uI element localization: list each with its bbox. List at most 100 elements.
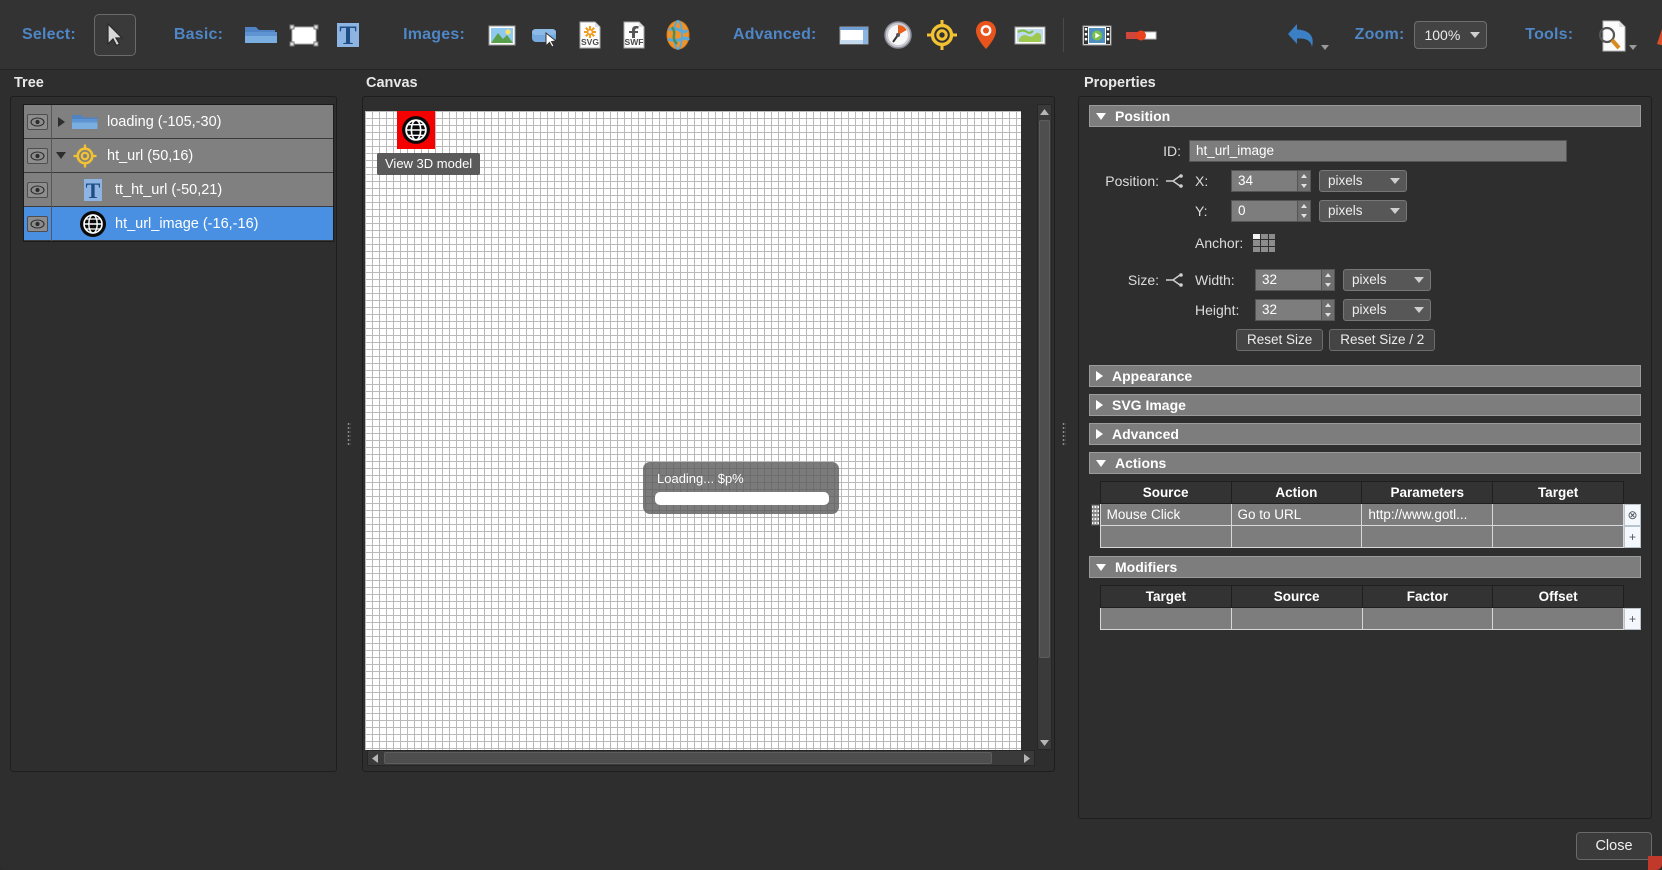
width-unit-select[interactable]: pixels (1343, 268, 1431, 291)
text-tool-icon[interactable]: T (331, 18, 365, 52)
height-stepper[interactable]: 32 (1255, 298, 1335, 321)
add-action-button[interactable]: + (1624, 526, 1641, 548)
section-header-appearance[interactable]: Appearance (1089, 365, 1641, 387)
delete-action-button[interactable]: ⊗ (1624, 504, 1641, 526)
loading-text: Loading... $p% (657, 471, 744, 486)
image-icon[interactable] (485, 18, 519, 52)
scroll-left-arrow-icon[interactable] (368, 751, 382, 765)
height-input[interactable]: 32 (1255, 298, 1321, 321)
canvas-hscroll-thumb[interactable] (384, 752, 992, 764)
actions-cell-parameters[interactable] (1361, 525, 1494, 548)
section-header-position[interactable]: Position (1089, 105, 1641, 127)
canvas-grid[interactable]: View 3D model Loading... $p% (365, 111, 1021, 750)
basic-group: Basic: T (174, 18, 365, 52)
zoom-select[interactable]: 100% (1414, 20, 1488, 49)
visibility-toggle[interactable] (24, 206, 52, 241)
rectangle-icon[interactable] (287, 18, 321, 52)
section-header-actions[interactable]: Actions (1089, 452, 1641, 474)
scroll-up-arrow-icon[interactable] (1038, 105, 1051, 118)
actions-cell-source[interactable]: Mouse Click (1099, 503, 1232, 526)
swf-file-icon[interactable]: SWF (617, 18, 651, 52)
actions-cell-parameters[interactable]: http://www.gotl... (1361, 503, 1494, 526)
section-header-svg-image[interactable]: SVG Image (1089, 394, 1641, 416)
canvas-vscroll-thumb[interactable] (1039, 120, 1050, 658)
tree-item-ht_url_image[interactable]: ht_url_image (-16,-16) (24, 206, 333, 241)
video-icon[interactable] (1080, 18, 1114, 52)
actions-cell-target[interactable] (1492, 503, 1624, 526)
close-button[interactable]: Close (1576, 832, 1652, 860)
tree-canvas-splitter[interactable] (345, 96, 354, 772)
map-icon[interactable] (1013, 18, 1047, 52)
slider-icon[interactable] (1124, 18, 1158, 52)
globe-object[interactable] (397, 111, 435, 149)
y-stepper[interactable]: 0 (1231, 199, 1311, 222)
section-header-advanced[interactable]: Advanced (1089, 423, 1641, 445)
link-xy-icon[interactable] (1163, 173, 1185, 188)
visibility-toggle[interactable] (24, 104, 52, 139)
target-icon[interactable] (925, 18, 959, 52)
y-input[interactable]: 0 (1231, 199, 1297, 222)
view-3d-model-tooltip: View 3D model (377, 153, 481, 175)
tree-item-loading[interactable]: loading (-105,-30) (24, 104, 333, 139)
height-unit-select[interactable]: pixels (1343, 298, 1431, 321)
tree-twisty-ht_url[interactable] (52, 152, 70, 159)
svg-file-icon[interactable]: SVG (573, 18, 607, 52)
window-resize-corner[interactable] (1648, 856, 1662, 870)
inspect-document-icon[interactable] (1593, 18, 1627, 52)
canvas-viewport[interactable]: View 3D model Loading... $p% (365, 102, 1037, 750)
tree-item-tt_ht_url[interactable]: T tt_ht_url (-50,21) (24, 172, 333, 207)
map-pin-icon[interactable] (969, 18, 1003, 52)
width-spinner[interactable] (1321, 268, 1335, 291)
x-stepper[interactable]: 34 (1231, 169, 1311, 192)
button-icon[interactable] (529, 18, 563, 52)
visibility-toggle[interactable] (24, 172, 52, 207)
visibility-toggle[interactable] (24, 138, 52, 173)
folder-icon[interactable] (243, 18, 278, 52)
tree-twisty-loading[interactable] (52, 116, 70, 127)
canvas-properties-splitter[interactable] (1060, 96, 1069, 772)
table-row[interactable]: Mouse Click Go to URL http://www.gotl... (1099, 503, 1624, 526)
color-palette-icon[interactable] (1653, 18, 1662, 52)
undo-arrow-icon[interactable] (1283, 18, 1317, 52)
width-stepper[interactable]: 32 (1255, 268, 1335, 291)
x-unit-select[interactable]: pixels (1319, 169, 1407, 192)
splitter-grip (1062, 422, 1066, 446)
modifiers-cell-offset[interactable] (1492, 607, 1624, 630)
y-unit-select[interactable]: pixels (1319, 199, 1407, 222)
cursor-arrow-icon[interactable] (93, 13, 136, 56)
reset-size-button[interactable]: Reset Size (1236, 328, 1324, 351)
reset-size-half-button[interactable]: Reset Size / 2 (1329, 328, 1436, 351)
actions-cell-target[interactable] (1492, 525, 1624, 548)
actions-row-drag-handle[interactable] (1091, 504, 1100, 526)
id-input[interactable]: ht_url_image (1189, 139, 1567, 162)
tools-group: Tools: (1525, 18, 1662, 52)
scroll-down-arrow-icon[interactable] (1038, 736, 1051, 749)
tree-item-ht_url[interactable]: ht_url (50,16) (24, 138, 333, 173)
table-row[interactable] (1099, 525, 1624, 548)
scroll-right-arrow-icon[interactable] (1020, 751, 1034, 765)
canvas-horizontal-scrollbar[interactable] (367, 750, 1035, 766)
width-input[interactable]: 32 (1255, 268, 1321, 291)
table-row[interactable] (1100, 607, 1624, 630)
tree-panel-title: Tree (14, 75, 44, 91)
globe-icon (78, 210, 108, 238)
x-input[interactable]: 34 (1231, 169, 1297, 192)
modifiers-cell-target[interactable] (1100, 607, 1232, 630)
panel-icon[interactable] (837, 18, 871, 52)
globe-image-icon[interactable] (661, 18, 695, 52)
add-modifier-button[interactable]: + (1624, 608, 1641, 630)
actions-cell-action[interactable]: Go to URL (1230, 503, 1363, 526)
tree-item-label: tt_ht_url (-50,21) (115, 181, 223, 198)
modifiers-cell-factor[interactable] (1361, 607, 1494, 630)
anchor-selector[interactable] (1253, 233, 1276, 253)
x-spinner[interactable] (1297, 169, 1311, 192)
height-spinner[interactable] (1321, 298, 1335, 321)
y-spinner[interactable] (1297, 199, 1311, 222)
section-header-modifiers[interactable]: Modifiers (1089, 556, 1641, 578)
gauge-icon[interactable] (881, 18, 915, 52)
modifiers-cell-source[interactable] (1230, 607, 1363, 630)
actions-cell-source[interactable] (1099, 525, 1232, 548)
link-wh-icon[interactable] (1163, 272, 1185, 287)
actions-cell-action[interactable] (1230, 525, 1363, 548)
canvas-vertical-scrollbar[interactable] (1037, 104, 1052, 750)
